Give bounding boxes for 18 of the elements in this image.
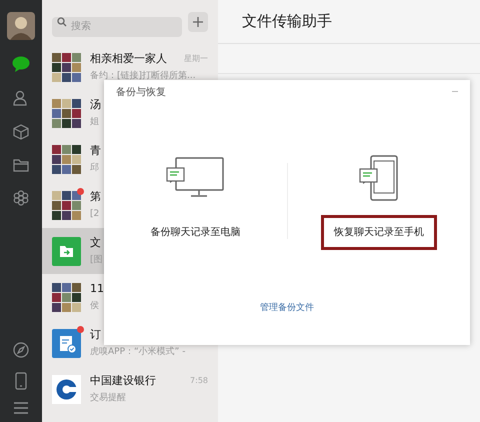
chat-preview: 虎嗅APP：“小米模式” - bbox=[90, 346, 186, 358]
chat-name: 青 bbox=[90, 143, 101, 159]
conversation-title: 文件传输助手 bbox=[242, 11, 332, 32]
dialog-title: 备份与恢复 bbox=[116, 86, 166, 100]
chat-preview: 姐 bbox=[90, 116, 100, 128]
chat-preview: 备约：[链接]打断得所第... bbox=[90, 70, 197, 82]
chat-time: 7:58 bbox=[190, 375, 208, 388]
chat-name: 文 bbox=[90, 235, 101, 251]
chat-preview: 邱 bbox=[90, 162, 100, 174]
chat-name: 订 bbox=[90, 327, 101, 343]
chat-preview: 侯 bbox=[90, 300, 100, 312]
chat-name: 11 bbox=[90, 281, 104, 297]
chat-preview: [2 bbox=[90, 208, 100, 220]
chat-name: 第 bbox=[90, 189, 101, 205]
chat-name: 相亲相爱一家人 bbox=[90, 51, 167, 67]
chat-preview: 交易提醒 bbox=[90, 392, 127, 404]
chat-name: 汤 bbox=[90, 97, 101, 113]
chat-name: 中国建设银行 bbox=[90, 373, 156, 389]
